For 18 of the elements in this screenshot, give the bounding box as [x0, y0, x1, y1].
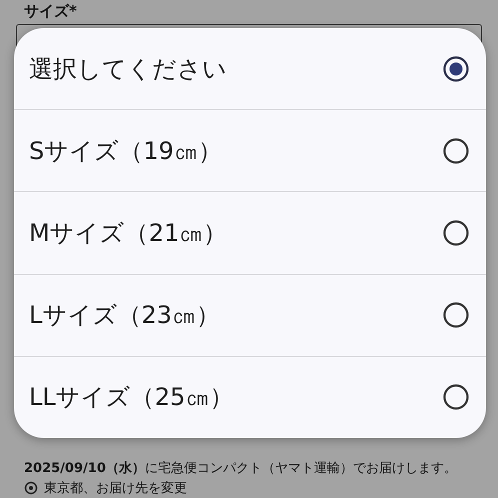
- radio-button[interactable]: [442, 54, 470, 83]
- change-address-link[interactable]: 東京都、お届け先を変更: [44, 479, 187, 497]
- option-row[interactable]: LLサイズ（25㎝）: [14, 356, 486, 438]
- field-label: サイズ*: [24, 2, 78, 22]
- option-row[interactable]: Mサイズ（21㎝）: [14, 191, 486, 274]
- radio-button[interactable]: [442, 383, 470, 412]
- radio-button[interactable]: [442, 219, 470, 247]
- radio-button[interactable]: [442, 136, 470, 165]
- option-row[interactable]: Lサイズ（23㎝）: [14, 274, 486, 356]
- option-label: LLサイズ（25㎝）: [29, 382, 234, 414]
- delivery-note: 2025/09/10（水）に宅急便コンパクト（ヤマト運輸）でお届けします。: [24, 460, 458, 478]
- option-label: Sサイズ（19㎝）: [29, 136, 222, 167]
- option-label: Lサイズ（23㎝）: [29, 300, 220, 332]
- option-label: 選択してください: [29, 54, 227, 85]
- option-row[interactable]: Sサイズ（19㎝）: [14, 109, 486, 192]
- radio-button[interactable]: [442, 301, 470, 330]
- option-row[interactable]: 選択してください: [14, 28, 486, 110]
- option-label: Mサイズ（21㎝）: [29, 218, 228, 249]
